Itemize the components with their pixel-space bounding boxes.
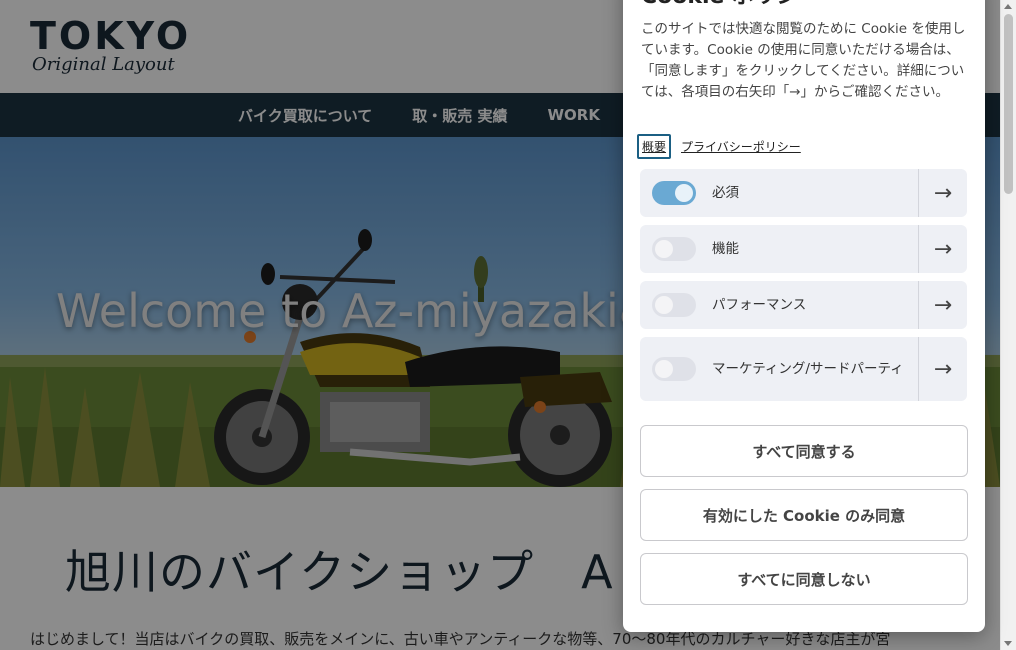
- arrow-right-icon[interactable]: →: [918, 281, 967, 329]
- overview-link[interactable]: 概要: [637, 134, 672, 159]
- toggle-functional[interactable]: [652, 237, 696, 261]
- toggle-knob: [655, 360, 673, 378]
- page-scrollbar[interactable]: [1000, 0, 1016, 650]
- cookie-links: 概要 プライバシーポリシー: [637, 134, 801, 159]
- toggle-marketing[interactable]: [652, 357, 696, 381]
- toggle-required[interactable]: [652, 181, 696, 205]
- accept-selected-button[interactable]: 有効にした Cookie のみ同意: [640, 489, 968, 541]
- category-label: 機能: [712, 240, 739, 257]
- cookie-consent-dialog: Cookie ポリシー このサイトでは快適な閲覧のために Cookie を使用し…: [623, 0, 985, 632]
- scroll-up-icon[interactable]: [1004, 4, 1012, 9]
- cookie-category-required: 必須 →: [640, 169, 967, 217]
- toggle-knob: [655, 296, 673, 314]
- category-label: 必須: [712, 184, 739, 201]
- cookie-dialog-description: このサイトでは快適な閲覧のために Cookie を使用しています。Cookie …: [641, 21, 966, 100]
- toggle-knob: [655, 240, 673, 258]
- accept-all-button[interactable]: すべて同意する: [640, 425, 968, 477]
- cookie-category-marketing: マーケティング/サードパーティ →: [640, 337, 967, 401]
- arrow-right-icon[interactable]: →: [918, 225, 967, 273]
- category-label: パフォーマンス: [712, 296, 807, 313]
- reject-all-button[interactable]: すべてに同意しない: [640, 553, 968, 605]
- toggle-performance[interactable]: [652, 293, 696, 317]
- cookie-category-performance: パフォーマンス →: [640, 281, 967, 329]
- category-label: マーケティング/サードパーティ: [712, 360, 904, 377]
- arrow-right-icon[interactable]: →: [918, 337, 967, 401]
- toggle-knob: [675, 184, 693, 202]
- privacy-policy-link[interactable]: プライバシーポリシー: [681, 138, 801, 155]
- scroll-down-icon[interactable]: [1004, 641, 1012, 646]
- cookie-category-functional: 機能 →: [640, 225, 967, 273]
- arrow-right-icon[interactable]: →: [918, 169, 967, 217]
- scroll-thumb[interactable]: [1004, 14, 1013, 194]
- cookie-dialog-title: Cookie ポリシー: [641, 0, 820, 10]
